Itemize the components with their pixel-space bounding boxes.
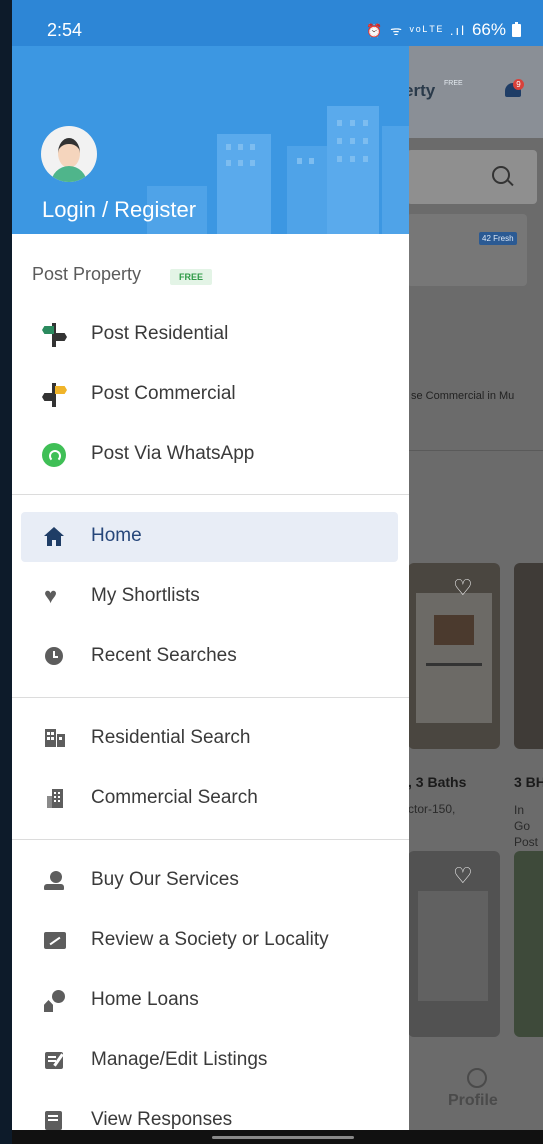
menu-item-label: Review a Society or Locality	[91, 929, 329, 950]
menu-item-label: Commercial Search	[91, 787, 258, 808]
battery-icon	[512, 21, 521, 37]
status-time: 2:54	[47, 20, 83, 40]
home-gesture-bar[interactable]	[212, 1136, 354, 1139]
menu-item-post-commercial[interactable]: Post Commercial	[12, 370, 409, 420]
menu-item-label: Recent Searches	[91, 645, 237, 666]
home-icon	[42, 525, 68, 549]
menu-item-label: View Responses	[91, 1109, 233, 1130]
profile-icon[interactable]	[467, 1068, 487, 1088]
phone-screen: 2:54 ⏰ ᯤ ᵛᵒᴸᵀᴱ .ıl 66% erty FREE 9 42 Fr…	[12, 0, 543, 1144]
menu-item-label: My Shortlists	[91, 585, 200, 606]
battery-percent: 66%	[471, 20, 506, 39]
city-illustration	[287, 146, 327, 234]
whatsapp-icon	[42, 443, 68, 467]
property-title: 3 BH	[514, 774, 543, 790]
menu-item-label: Residential Search	[91, 727, 251, 748]
navigation-drawer: Login / Register Post Property FREE Post…	[12, 46, 409, 1130]
property-title: , 3 Baths	[408, 774, 467, 790]
property-location-line: In Go	[514, 803, 531, 833]
drawer-header: Login / Register	[12, 46, 409, 234]
menu-item-label: Home	[91, 525, 142, 546]
search-icon[interactable]	[492, 166, 510, 184]
status-indicators: ⏰ ᯤ ᵛᵒᴸᵀᴱ .ıl 66%	[366, 20, 521, 40]
background-free-tag: FREE	[444, 80, 463, 87]
free-badge: FREE	[170, 269, 213, 285]
responses-icon	[42, 1109, 68, 1130]
background-banner[interactable]	[407, 214, 527, 286]
fresh-badge: 42 Fresh	[479, 232, 517, 245]
notification-count: 9	[513, 79, 524, 90]
signpost-commercial-icon	[42, 383, 68, 407]
edit-listing-icon	[42, 1049, 68, 1073]
avatar[interactable]	[41, 126, 97, 182]
status-icons: ⏰ ᯤ ᵛᵒᴸᵀᴱ .ıl	[366, 23, 466, 38]
building-icon	[42, 727, 68, 751]
profile-tab[interactable]: Profile	[448, 1092, 498, 1110]
review-icon	[42, 929, 68, 953]
background-commercial-text: se Commercial in Mu	[411, 390, 515, 402]
home-loan-icon	[42, 989, 68, 1013]
divider	[407, 450, 543, 451]
divider	[12, 494, 409, 495]
menu-item-post-whatsapp[interactable]: Post Via WhatsApp	[12, 430, 409, 480]
menu-item-label: Buy Our Services	[91, 869, 239, 890]
menu-item-label: Manage/Edit Listings	[91, 1049, 268, 1070]
city-illustration	[382, 126, 409, 234]
menu-item-recent-searches[interactable]: Recent Searches	[12, 632, 409, 682]
system-navigation-bar	[12, 1130, 543, 1144]
login-register-link[interactable]: Login / Register	[42, 197, 196, 223]
menu-item-residential-search[interactable]: Residential Search	[12, 714, 409, 764]
office-building-icon	[42, 787, 68, 811]
property-location: In Go Post	[514, 802, 543, 850]
heart-icon: ♥	[44, 583, 58, 608]
signpost-residential-icon	[42, 323, 68, 347]
menu-item-post-residential[interactable]: Post Residential	[12, 310, 409, 360]
menu-item-label: Post Residential	[91, 323, 229, 344]
menu-item-label: Home Loans	[91, 989, 199, 1010]
background-search-box[interactable]	[407, 150, 537, 204]
menu-item-view-responses[interactable]: View Responses	[12, 1096, 409, 1130]
menu-item-commercial-search[interactable]: Commercial Search	[12, 774, 409, 824]
services-icon	[42, 869, 68, 893]
notification-bell-icon[interactable]: 9	[503, 79, 524, 101]
property-image[interactable]	[514, 851, 543, 1037]
menu-item-label: Post Commercial	[91, 383, 236, 404]
menu-item-home-loans[interactable]: Home Loans	[12, 976, 409, 1026]
shortlist-heart-icon[interactable]: ♡	[453, 577, 475, 599]
property-location: ctor-150,	[408, 802, 456, 816]
menu-item-label: Post Via WhatsApp	[91, 443, 255, 464]
menu-item-home[interactable]: Home	[21, 512, 398, 562]
post-property-heading[interactable]: Post Property	[32, 264, 141, 285]
divider	[12, 839, 409, 840]
property-image[interactable]	[514, 563, 543, 749]
shortlist-heart-icon[interactable]: ♡	[453, 865, 475, 887]
clock-icon	[42, 645, 68, 669]
divider	[12, 697, 409, 698]
menu-item-review-society[interactable]: Review a Society or Locality	[12, 916, 409, 966]
menu-item-buy-services[interactable]: Buy Our Services	[12, 856, 409, 906]
property-location-line: Post	[514, 835, 539, 849]
menu-item-my-shortlists[interactable]: ♥ My Shortlists	[12, 572, 409, 622]
status-bar: 2:54 ⏰ ᯤ ᵛᵒᴸᵀᴱ .ıl 66%	[12, 0, 543, 46]
menu-item-manage-listings[interactable]: Manage/Edit Listings	[12, 1036, 409, 1086]
